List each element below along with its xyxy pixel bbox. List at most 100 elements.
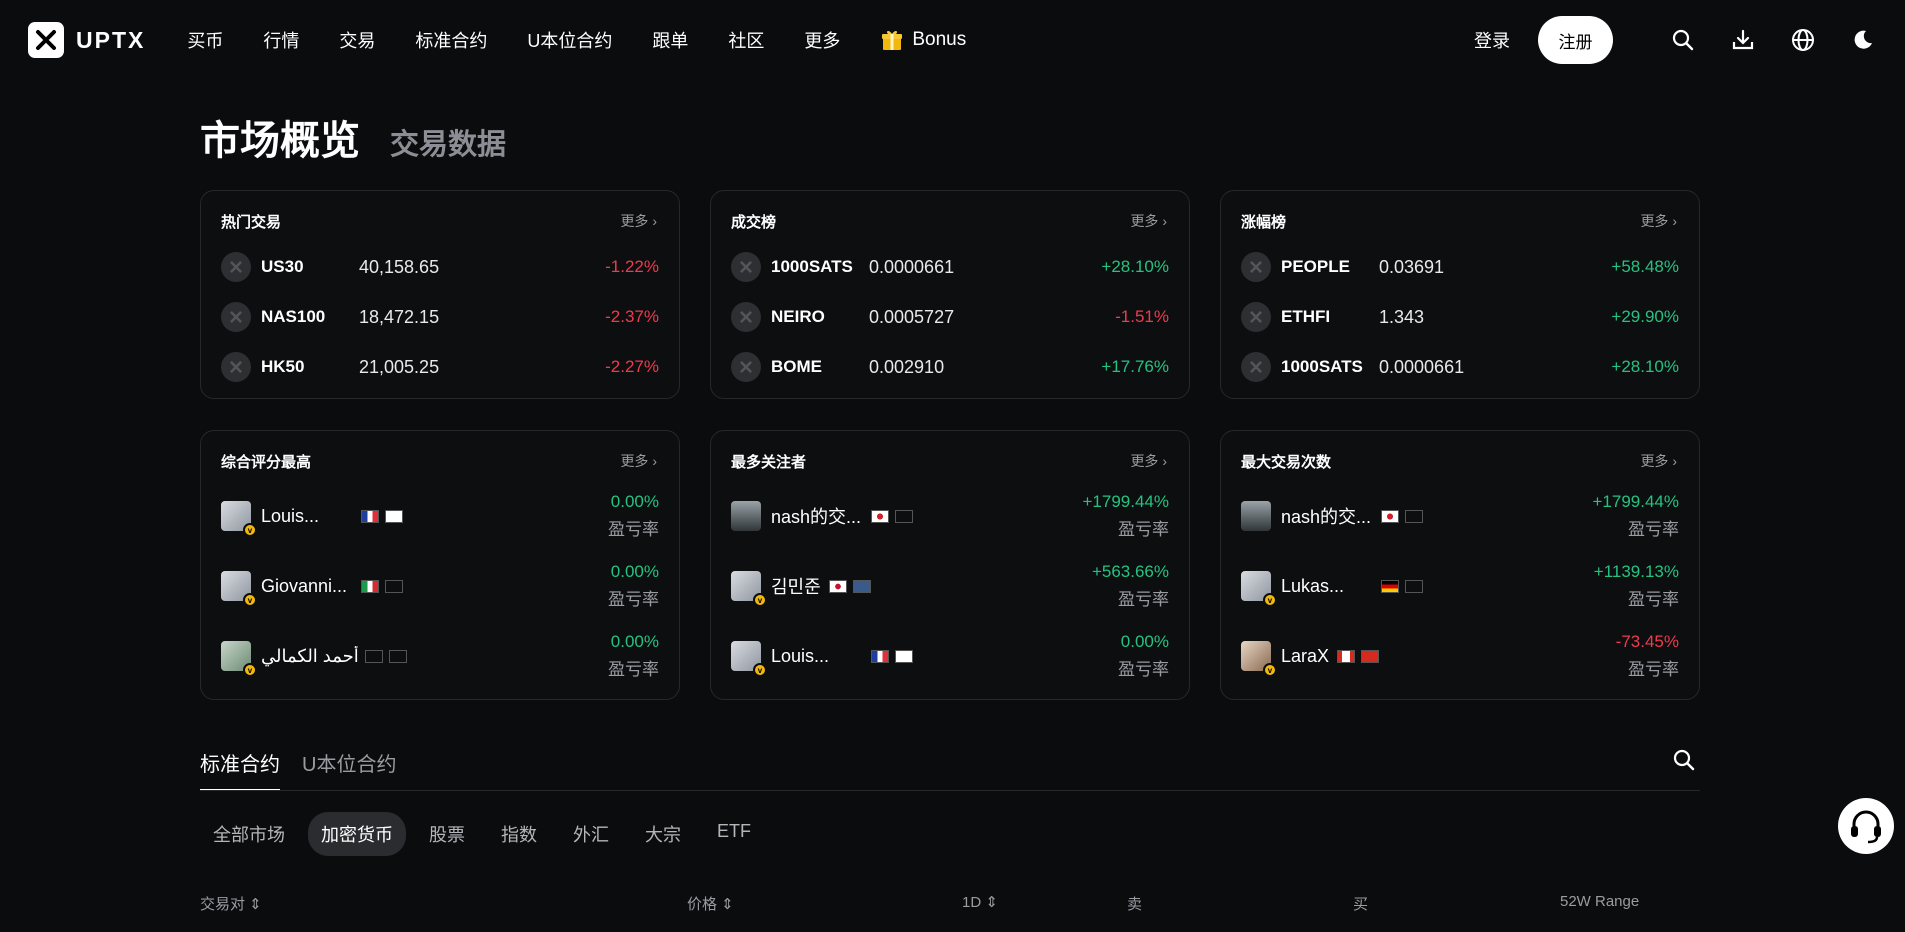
globe-icon[interactable] — [1789, 26, 1817, 54]
card-title: 涨幅榜 — [1241, 213, 1287, 231]
card-title: 综合评分最高 — [221, 453, 312, 471]
nav-item-markets[interactable]: 行情 — [263, 27, 299, 53]
profit-label: 盈亏率 — [1118, 520, 1169, 539]
more-link[interactable]: 更多 › — [620, 451, 657, 471]
page-subtitle-tab[interactable]: 交易数据 — [390, 121, 506, 163]
coin-icon — [1241, 302, 1271, 332]
login-link[interactable]: 登录 — [1474, 27, 1510, 53]
more-link[interactable]: 更多 › — [620, 211, 657, 231]
list-item[interactable]: PEOPLE 0.03691 +58.48% — [1241, 251, 1679, 283]
profit-label: 盈亏率 — [1118, 590, 1169, 609]
trader-name: LaraX — [1281, 645, 1330, 666]
verified-badge-icon: v — [753, 593, 767, 607]
price: 0.0005727 — [869, 306, 955, 327]
trader-name: أحمد الكمالي — [261, 645, 359, 666]
coin-icon — [1241, 252, 1271, 282]
trader-row[interactable]: v 김민준 +563.66% 盈亏率 — [731, 561, 1169, 611]
filter-stocks[interactable]: 股票 — [416, 812, 478, 856]
page-title[interactable]: 市场概览 — [200, 108, 360, 166]
column-header-sell: 卖 — [1127, 896, 1143, 913]
price: 21,005.25 — [359, 356, 440, 377]
profit-rate: +1799.44% — [1592, 492, 1680, 511]
list-item[interactable]: 1000SATS 0.0000661 +28.10% — [1241, 351, 1679, 383]
filter-all-markets[interactable]: 全部市场 — [200, 812, 298, 856]
change: +58.48% — [1611, 257, 1679, 276]
coin-icon — [731, 302, 761, 332]
verified-badge-icon: v — [243, 663, 257, 677]
symbol: 1000SATS — [771, 257, 853, 276]
filter-forex[interactable]: 外汇 — [560, 812, 622, 856]
blank-icon — [1405, 509, 1423, 523]
customer-support-button[interactable] — [1838, 798, 1894, 854]
symbol: PEOPLE — [1281, 257, 1350, 276]
symbol: NAS100 — [261, 307, 326, 326]
list-item[interactable]: 1000SATS 0.0000661 +28.10% — [731, 251, 1169, 283]
list-item[interactable]: HK50 21,005.25 -2.27% — [221, 351, 659, 383]
tab-usdt-futures[interactable]: U本位合约 — [302, 748, 396, 791]
filter-commodities[interactable]: 大宗 — [632, 812, 694, 856]
nav-item-buy-crypto[interactable]: 买币 — [187, 27, 223, 53]
download-icon[interactable] — [1729, 26, 1757, 54]
more-link[interactable]: 更多 › — [1130, 211, 1167, 231]
trader-row[interactable]: v Lukas... +1139.13% 盈亏率 — [1241, 561, 1679, 611]
column-header-price[interactable]: 价格 ⇕ — [687, 893, 734, 914]
coin-icon — [221, 352, 251, 382]
list-item[interactable]: ETHFI 1.343 +29.90% — [1241, 301, 1679, 333]
nav-item-trade[interactable]: 交易 — [339, 27, 375, 53]
card-title: 最大交易次数 — [1241, 453, 1332, 471]
more-link[interactable]: 更多 › — [1640, 451, 1677, 471]
filter-etf[interactable]: ETF — [704, 812, 764, 856]
nav-item-community[interactable]: 社区 — [728, 27, 764, 53]
verified-badge-icon: v — [753, 663, 767, 677]
filter-crypto[interactable]: 加密货币 — [308, 812, 406, 856]
nav-item-bonus[interactable]: Bonus — [880, 28, 966, 52]
trader-row[interactable]: v أحمد الكمالي 0.00% 盈亏率 — [221, 631, 659, 681]
market-search-icon[interactable] — [1672, 748, 1696, 777]
profit-rate: 0.00% — [610, 632, 659, 651]
trader-name: nash的交... — [771, 507, 862, 527]
dark-mode-icon[interactable] — [1849, 26, 1877, 54]
filter-indices[interactable]: 指数 — [488, 812, 550, 856]
verified-badge-icon: v — [243, 593, 257, 607]
price: 40,158.65 — [359, 256, 440, 277]
trader-row[interactable]: v Louis... 0.00% 盈亏率 — [221, 491, 659, 541]
avatar — [1241, 501, 1271, 531]
korea-flag-icon — [828, 579, 847, 593]
more-link[interactable]: 更多 › — [1640, 211, 1677, 231]
nav-item-standard-futures[interactable]: 标准合约 — [415, 27, 487, 53]
list-item[interactable]: US30 40,158.65 -1.22% — [221, 251, 659, 283]
symbol: NEIRO — [771, 307, 825, 326]
column-header-pair[interactable]: 交易对 ⇕ — [200, 893, 262, 914]
search-icon[interactable] — [1669, 26, 1697, 54]
avatar — [731, 501, 761, 531]
change: -2.27% — [605, 357, 659, 376]
brand-logo[interactable]: UPTX — [28, 22, 145, 58]
nav-item-copy-trading[interactable]: 跟单 — [652, 27, 688, 53]
trader-row[interactable]: nash的交... +1799.44% 盈亏率 — [731, 491, 1169, 541]
trader-row[interactable]: nash的交... +1799.44% 盈亏率 — [1241, 491, 1679, 541]
more-link[interactable]: 更多 › — [1130, 451, 1167, 471]
change: +28.10% — [1611, 357, 1679, 376]
trader-name: Lukas... — [1281, 575, 1345, 596]
nav-item-more[interactable]: 更多 — [804, 27, 840, 53]
japan-flag-icon — [1381, 509, 1399, 523]
trader-row[interactable]: v Giovanni... 0.00% 盈亏率 — [221, 561, 659, 611]
profit-label: 盈亏率 — [1628, 660, 1679, 679]
nav-item-usdt-futures[interactable]: U本位合约 — [527, 27, 612, 53]
tab-standard-futures[interactable]: 标准合约 — [200, 748, 280, 791]
change: -1.51% — [1115, 307, 1169, 326]
symbol: ETHFI — [1281, 307, 1331, 326]
trader-row[interactable]: v LaraX -73.45% 盈亏率 — [1241, 631, 1679, 681]
price: 1.343 — [1379, 306, 1425, 327]
avatar: v — [1241, 641, 1277, 677]
social-icon — [1361, 649, 1380, 663]
column-header-1d[interactable]: 1D ⇕ — [962, 893, 998, 911]
list-item[interactable]: NEIRO 0.0005727 -1.51% — [731, 301, 1169, 333]
symbol: BOME — [771, 357, 822, 376]
list-item[interactable]: NAS100 18,472.15 -2.37% — [221, 301, 659, 333]
verified-badge-icon: v — [1263, 593, 1277, 607]
price: 18,472.15 — [359, 306, 440, 327]
list-item[interactable]: BOME 0.002910 +17.76% — [731, 351, 1169, 383]
trader-row[interactable]: v Louis... 0.00% 盈亏率 — [731, 631, 1169, 681]
register-button[interactable]: 注册 — [1538, 16, 1613, 64]
